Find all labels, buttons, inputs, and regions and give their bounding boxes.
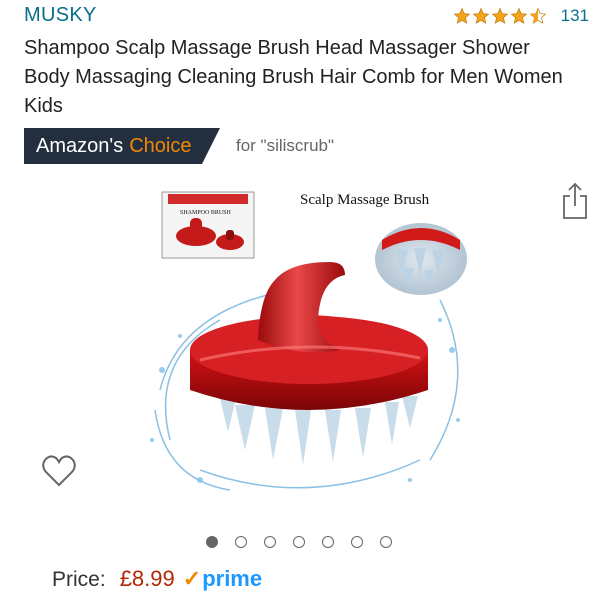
- rating-summary[interactable]: 131: [453, 6, 589, 26]
- carousel-dot[interactable]: [293, 536, 305, 548]
- heart-icon[interactable]: [40, 452, 78, 490]
- box-label: SHAMPOO BRUSH: [180, 210, 232, 216]
- star-rating: [453, 7, 547, 25]
- product-image[interactable]: SHAMPOO BRUSH Scalp Massage Brush: [140, 180, 475, 505]
- image-caption: Scalp Massage Brush: [300, 192, 430, 208]
- star-icon: [453, 7, 471, 24]
- carousel-dot[interactable]: [380, 536, 392, 548]
- carousel-dot[interactable]: [322, 536, 334, 548]
- prime-check-icon: ✓: [182, 566, 202, 591]
- price-label: Price:: [52, 568, 106, 591]
- choice-keyword: for "siliscrub": [236, 136, 335, 155]
- share-icon[interactable]: [560, 180, 590, 220]
- brush-main-image: [150, 262, 460, 491]
- carousel-indicator: [206, 536, 392, 548]
- badge-choice-word: Choice: [129, 134, 192, 157]
- badge-prefix: Amazon's: [36, 134, 124, 157]
- carousel-dot[interactable]: [206, 536, 218, 548]
- brand-link[interactable]: MUSKY: [24, 4, 97, 27]
- prime-badge: ✓ prime: [183, 566, 262, 592]
- star-icon: [510, 7, 528, 24]
- star-icon: [472, 7, 490, 24]
- carousel-dot[interactable]: [264, 536, 276, 548]
- product-title: Shampoo Scalp Massage Brush Head Massage…: [24, 37, 563, 117]
- prime-label: prime: [202, 566, 263, 591]
- carousel-dot[interactable]: [235, 536, 247, 548]
- amazons-choice-badge[interactable]: Amazon's Choice: [24, 128, 220, 164]
- carousel-dot[interactable]: [351, 536, 363, 548]
- price-value: £8.99: [119, 566, 175, 591]
- half-star-icon: [529, 7, 547, 24]
- star-icon: [491, 7, 509, 24]
- price-row: Price: £8.99 ✓ prime: [52, 566, 262, 592]
- rating-count[interactable]: 131: [561, 6, 589, 26]
- amazons-choice-row: Amazon's Choice for "siliscrub": [24, 128, 334, 164]
